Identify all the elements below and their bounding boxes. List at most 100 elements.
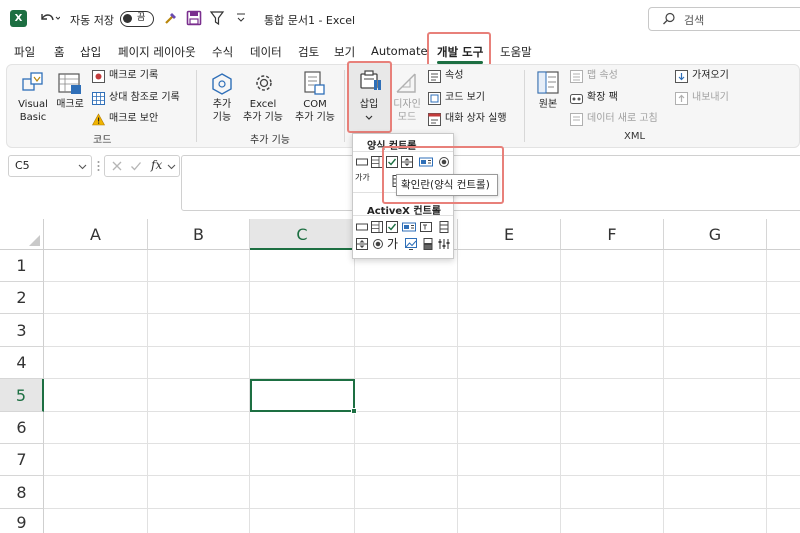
row-header-1[interactable]: 1 <box>0 250 44 282</box>
visual-basic-button[interactable] <box>18 70 48 94</box>
save-icon[interactable] <box>186 10 202 26</box>
map-properties-button[interactable]: 맵 속성 <box>587 70 618 82</box>
tab-help[interactable]: 도움말 <box>500 44 532 60</box>
column-header-e[interactable]: E <box>458 219 561 250</box>
tab-file[interactable]: 파일 <box>14 44 35 60</box>
group-label-add-ins: 추가 기능 <box>250 135 290 146</box>
formula-buttons: fx <box>104 155 180 177</box>
insert-function-button[interactable]: fx <box>151 158 162 172</box>
gridline <box>44 443 800 444</box>
label-control-icon[interactable]: 가가 <box>355 174 375 188</box>
activex-list-box-icon[interactable] <box>402 221 416 233</box>
row-header-7[interactable]: 7 <box>0 444 44 476</box>
relative-refs-button[interactable]: 상대 참조로 기록 <box>109 92 180 104</box>
column-header-b[interactable]: B <box>148 219 250 250</box>
xml-source-icon <box>536 70 560 96</box>
tab-insert[interactable]: 삽입 <box>80 44 101 60</box>
more-controls-icon[interactable] <box>438 238 450 250</box>
tab-developer[interactable]: 개발 도구 <box>437 44 483 60</box>
macros-label: 매크로 <box>56 99 84 110</box>
gridline <box>44 508 800 509</box>
gridline <box>147 250 148 533</box>
active-cell-c5[interactable] <box>250 379 355 412</box>
run-dialog-icon <box>428 113 441 126</box>
record-macro-button[interactable]: 매크로 기록 <box>109 70 158 82</box>
gridline <box>663 250 664 533</box>
design-mode-button[interactable] <box>394 71 418 95</box>
com-addins-button[interactable] <box>302 70 326 96</box>
column-header-f[interactable]: F <box>561 219 664 250</box>
brush-icon[interactable] <box>163 10 179 26</box>
column-header-h[interactable] <box>767 219 800 250</box>
tab-data[interactable]: 데이터 <box>250 44 282 60</box>
macros-button[interactable] <box>57 70 83 96</box>
excel-logo-icon: X <box>10 10 27 27</box>
tab-home[interactable]: 홈 <box>54 44 65 60</box>
design-mode-icon <box>394 71 418 95</box>
activex-label-icon[interactable]: 가 <box>387 235 398 252</box>
search-placeholder: 검색 <box>684 14 705 27</box>
import-button[interactable]: 가져오기 <box>692 70 729 82</box>
gridline <box>44 378 800 379</box>
gridline <box>457 250 458 533</box>
properties-button[interactable]: 속성 <box>445 70 463 82</box>
button-control-icon[interactable] <box>356 156 368 168</box>
autosave-label: 자동 저장 <box>70 14 114 27</box>
row-header-8[interactable]: 8 <box>0 476 44 509</box>
row-header-2[interactable]: 2 <box>0 282 44 314</box>
name-box[interactable]: C5 <box>8 155 92 177</box>
column-header-a[interactable]: A <box>44 219 148 250</box>
column-header-g[interactable]: G <box>664 219 767 250</box>
activex-toggle-button-icon[interactable] <box>422 238 434 250</box>
gear-icon <box>252 71 276 95</box>
macro-security-button[interactable]: 매크로 보안 <box>109 113 158 125</box>
xml-source-button[interactable] <box>536 70 560 96</box>
undo-icon[interactable] <box>38 10 60 26</box>
column-header-c[interactable]: C <box>250 219 355 250</box>
ribbon-separator <box>196 70 197 142</box>
activex-text-box-icon[interactable] <box>420 221 432 233</box>
refresh-data-button[interactable]: 데이터 새로 고침 <box>587 113 658 125</box>
expansion-packs-button[interactable]: 확장 팩 <box>587 92 618 104</box>
tab-view[interactable]: 보기 <box>334 44 355 60</box>
select-all-button[interactable] <box>0 219 44 250</box>
activex-image-icon[interactable] <box>405 238 417 250</box>
tab-automate[interactable]: Automate <box>371 44 428 58</box>
row-header-6[interactable]: 6 <box>0 412 44 444</box>
activex-checkbox-icon[interactable] <box>386 221 398 233</box>
autosave-toggle[interactable]: 끔 <box>120 11 154 27</box>
group-label-xml: XML <box>624 131 646 142</box>
tab-review[interactable]: 검토 <box>298 44 319 60</box>
insert-control-button[interactable]: 삽입 <box>347 61 392 133</box>
excel-addins-label-1: Excel <box>249 99 277 110</box>
activex-label-glyph: 가 <box>387 237 399 251</box>
divider <box>353 215 453 216</box>
splitter-dots-icon[interactable] <box>97 158 100 174</box>
row-header-3[interactable]: 3 <box>0 314 44 347</box>
enter-check-icon[interactable] <box>130 160 142 172</box>
customize-qat-icon[interactable] <box>236 11 246 25</box>
activex-scroll-bar-icon[interactable] <box>438 221 450 233</box>
row-header-5[interactable]: 5 <box>0 379 44 412</box>
cancel-icon[interactable] <box>111 160 123 172</box>
filter-icon[interactable] <box>209 10 225 26</box>
row-header-4[interactable]: 4 <box>0 347 44 379</box>
view-code-button[interactable]: 코드 보기 <box>445 92 485 104</box>
export-button[interactable]: 내보내기 <box>692 92 729 104</box>
run-dialog-button[interactable]: 대화 상자 실행 <box>445 113 507 125</box>
activex-combo-box-icon[interactable] <box>371 221 383 233</box>
tab-page-layout[interactable]: 페이지 레이아웃 <box>118 44 196 60</box>
search-box[interactable]: 검색 <box>648 7 800 31</box>
ribbon-separator <box>524 70 525 142</box>
fill-handle[interactable] <box>351 408 357 414</box>
activex-button-icon[interactable] <box>356 221 368 233</box>
activex-option-button-icon[interactable] <box>372 238 384 250</box>
excel-addins-button[interactable] <box>252 71 276 95</box>
add-ins-button[interactable] <box>210 72 234 96</box>
checkbox-tooltip: 확인란(양식 컨트롤) <box>396 174 498 196</box>
row-header-9[interactable]: 9 <box>0 509 44 533</box>
activex-spin-button-icon[interactable] <box>356 238 368 250</box>
search-icon <box>662 12 676 26</box>
macros-icon <box>57 70 83 96</box>
tab-formulas[interactable]: 수식 <box>212 44 233 60</box>
